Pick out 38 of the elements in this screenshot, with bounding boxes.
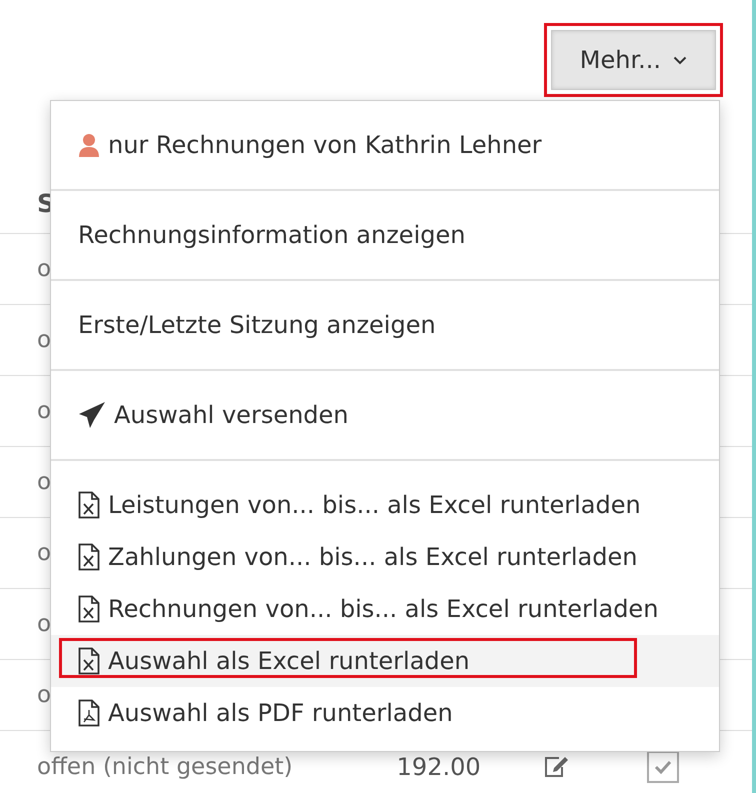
menu-item-label: Auswahl als Excel runterladen bbox=[108, 647, 470, 675]
pdf-file-icon bbox=[78, 699, 100, 727]
menu-item[interactable]: Auswahl als Excel runterladen bbox=[51, 635, 719, 687]
spreadsheet-file-icon bbox=[78, 543, 100, 571]
menu-item[interactable]: Erste/Letzte Sitzung anzeigen bbox=[51, 281, 719, 369]
menu-item-label: Auswahl versenden bbox=[114, 401, 349, 429]
menu-item-label: Zahlungen von... bis... als Excel runterladen bbox=[108, 543, 638, 571]
spreadsheet-file-icon bbox=[78, 595, 100, 623]
menu-item-label: Rechnungsinformation anzeigen bbox=[78, 221, 466, 249]
menu-item[interactable]: Rechnungen von... bis... als Excel runterladen bbox=[51, 583, 719, 635]
spreadsheet-file-icon bbox=[78, 491, 100, 519]
menu-item-label: nur Rechnungen von Kathrin Lehner bbox=[108, 131, 542, 159]
menu-item[interactable]: Rechnungsinformation anzeigen bbox=[51, 191, 719, 279]
user-icon bbox=[78, 133, 100, 157]
menu-item-label: Auswahl als PDF runterladen bbox=[108, 699, 453, 727]
check-icon bbox=[654, 760, 672, 774]
spreadsheet-file-icon bbox=[78, 647, 100, 675]
status-cell: o bbox=[37, 682, 52, 708]
status-cell: o bbox=[37, 469, 52, 495]
menu-item[interactable]: Auswahl als PDF runterladen bbox=[51, 687, 719, 739]
more-button[interactable]: Mehr... bbox=[550, 30, 716, 90]
menu-item[interactable]: Zahlungen von... bis... als Excel runterladen bbox=[51, 531, 719, 583]
menu-item-label: Erste/Letzte Sitzung anzeigen bbox=[78, 311, 436, 339]
menu-item-label: Leistungen von... bis... als Excel runterladen bbox=[108, 491, 641, 519]
menu-item[interactable]: Leistungen von... bis... als Excel runterladen bbox=[51, 479, 719, 531]
status-cell: offen (nicht gesendet) bbox=[37, 754, 293, 780]
status-cell: o bbox=[37, 256, 52, 282]
menu-item[interactable]: Auswahl versenden bbox=[51, 371, 719, 459]
menu-item[interactable]: nur Rechnungen von Kathrin Lehner bbox=[51, 101, 719, 189]
edit-icon[interactable] bbox=[542, 754, 569, 778]
status-cell: o bbox=[37, 327, 52, 353]
send-icon bbox=[78, 401, 106, 429]
status-cell: o bbox=[37, 398, 52, 424]
status-cell: o bbox=[37, 540, 52, 566]
amount-cell: 192.00 bbox=[396, 752, 481, 780]
menu-item-label: Rechnungen von... bis... als Excel runterladen bbox=[108, 595, 658, 623]
caret-icon bbox=[673, 56, 687, 64]
status-cell: o bbox=[37, 611, 52, 637]
